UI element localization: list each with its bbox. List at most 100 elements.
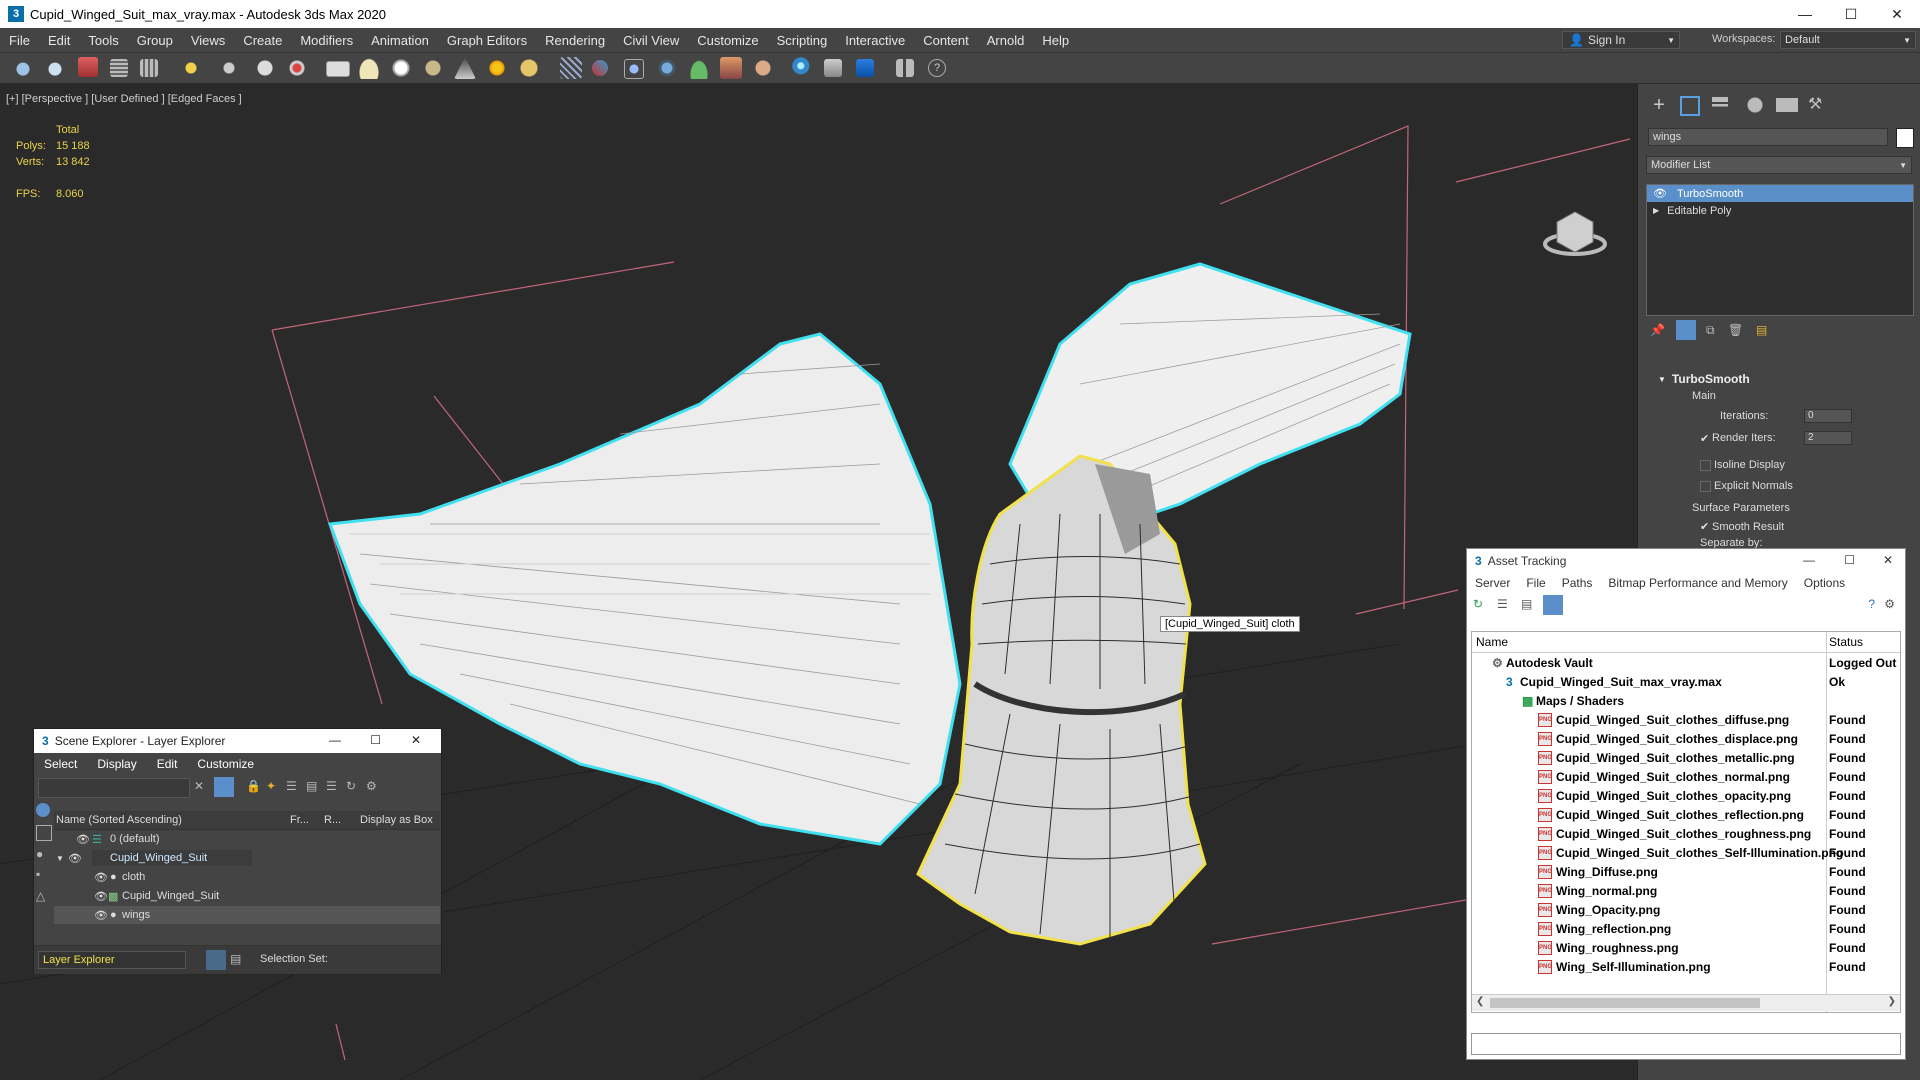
table-row[interactable]: ▼ 👁 Cupid_Winged_Suit <box>54 849 440 867</box>
render-setup-icon[interactable] <box>624 59 644 79</box>
at-menu-bitmap[interactable]: Bitmap Performance and Memory <box>1600 576 1795 590</box>
collapse-arrow-icon[interactable]: ▼ <box>56 854 64 863</box>
bind-spacewarp-icon[interactable] <box>140 59 158 77</box>
unlink-icon[interactable] <box>110 59 128 77</box>
table-row[interactable]: PNG Wing_roughness.png Found <box>1472 938 1900 957</box>
geosphere-icon[interactable] <box>390 57 412 79</box>
sign-in-dropdown[interactable]: 👤 Sign In ▼ <box>1562 31 1680 49</box>
menu-content[interactable]: Content <box>914 33 978 48</box>
stack-icon[interactable]: ☰ <box>326 779 337 793</box>
col-name[interactable]: Name <box>1476 635 1508 649</box>
explicit-normals-checkbox[interactable] <box>1700 481 1711 492</box>
menu-tools[interactable]: Tools <box>79 33 127 48</box>
at-menu-server[interactable]: Server <box>1467 576 1518 590</box>
menu-customize[interactable]: Customize <box>688 33 767 48</box>
refresh-icon[interactable]: ↻ <box>1473 597 1483 611</box>
table-row[interactable]: PNG Wing_normal.png Found <box>1472 881 1900 900</box>
help-icon[interactable]: ? <box>1868 597 1875 611</box>
lock-icon[interactable]: 🔒 <box>246 779 261 793</box>
table-view-icon[interactable] <box>1543 595 1563 615</box>
redo-icon[interactable] <box>44 57 66 79</box>
light-icon[interactable] <box>518 57 540 79</box>
create-tab-icon[interactable]: + <box>1648 94 1670 116</box>
isoline-checkbox[interactable] <box>1700 460 1711 471</box>
hf-icon[interactable] <box>720 57 742 79</box>
table-row[interactable]: 3 Cupid_Winged_Suit_max_vray.max Ok <box>1472 672 1900 691</box>
menu-views[interactable]: Views <box>182 33 234 48</box>
table-row[interactable]: 👁 ● cloth <box>54 868 440 886</box>
table-row[interactable]: PNG Cupid_Winged_Suit_clothes_normal.png F… <box>1472 767 1900 786</box>
display-cameras-icon[interactable]: ▪ <box>36 867 40 881</box>
eye-icon[interactable]: 👁 <box>68 852 82 865</box>
minimize-icon[interactable]: — <box>1782 0 1828 28</box>
plant-icon[interactable] <box>688 57 710 79</box>
teapot-icon[interactable] <box>422 57 444 79</box>
layers-icon[interactable]: ☰ <box>286 779 297 793</box>
table-row[interactable]: PNG Wing_Self-Illumination.png Found <box>1472 957 1900 976</box>
hierarchy-icon[interactable]: ▤ <box>306 779 317 793</box>
object-view-icon[interactable]: ▤ <box>230 952 241 966</box>
se-menu-display[interactable]: Display <box>87 757 146 771</box>
table-row[interactable]: PNG Cupid_Winged_Suit_clothes_diffuse.png… <box>1472 710 1900 729</box>
expand-arrow-icon[interactable]: ▶ <box>1653 206 1659 215</box>
display-helpers-icon[interactable]: △ <box>36 889 45 903</box>
minimize-icon[interactable]: — <box>1803 553 1815 567</box>
stack-item-editable-poly[interactable]: ▶ Editable Poly <box>1647 202 1913 219</box>
hierarchy-tab-icon[interactable] <box>1712 97 1728 113</box>
utilities-tab-icon[interactable]: ⚒ <box>1808 94 1830 116</box>
table-row[interactable]: PNG Wing_Diffuse.png Found <box>1472 862 1900 881</box>
sun-icon[interactable] <box>486 57 508 79</box>
asset-tracking-titlebar[interactable]: 3 Asset Tracking — ☐ ✕ <box>1467 549 1905 573</box>
hair-icon[interactable] <box>752 57 774 79</box>
se-menu-customize[interactable]: Customize <box>187 757 264 771</box>
box-icon[interactable] <box>326 61 350 77</box>
make-unique-icon[interactable]: ⧉ <box>1706 323 1715 338</box>
smooth-result-checkbox[interactable]: ✔ <box>1700 520 1709 533</box>
render-iters-spinner[interactable]: 2 <box>1804 431 1852 445</box>
se-menu-select[interactable]: Select <box>34 757 87 771</box>
menu-help[interactable]: Help <box>1033 33 1078 48</box>
table-row[interactable]: ⚙ Autodesk Vault Logged Out <box>1472 653 1900 672</box>
eye-icon[interactable]: 👁 <box>76 833 90 846</box>
minimize-icon[interactable]: — <box>329 733 341 747</box>
motion-tab-icon[interactable] <box>1744 94 1766 116</box>
eye-icon[interactable]: 👁 <box>94 871 108 884</box>
panel-icon[interactable] <box>896 59 914 77</box>
menu-rendering[interactable]: Rendering <box>536 33 614 48</box>
pin-stack-icon[interactable]: 📌 <box>1650 323 1665 337</box>
modifier-list-dropdown[interactable]: Modifier List ▼ <box>1646 156 1912 174</box>
table-row[interactable]: PNG Cupid_Winged_Suit_clothes_metallic.pn… <box>1472 748 1900 767</box>
object-color-swatch[interactable] <box>1896 128 1914 148</box>
scene-explorer-titlebar[interactable]: 3 Scene Explorer - Layer Explorer — ☐ ✕ <box>34 729 441 753</box>
undo-icon[interactable] <box>12 57 34 79</box>
table-row[interactable]: 👁 ▩ Cupid_Winged_Suit <box>54 887 440 905</box>
col-freeze[interactable]: Fr... <box>290 814 309 826</box>
menu-file[interactable]: File <box>0 33 39 48</box>
show-end-result-icon[interactable] <box>1676 320 1696 340</box>
cone-icon[interactable] <box>454 57 476 79</box>
render-iters-checkbox[interactable]: ✔ <box>1700 432 1709 445</box>
menu-animation[interactable]: Animation <box>362 33 438 48</box>
close-icon[interactable]: ✕ <box>1883 553 1893 567</box>
close-icon[interactable]: ✕ <box>1874 0 1920 28</box>
table-row[interactable]: PNG Wing_reflection.png Found <box>1472 919 1900 938</box>
material-icon[interactable] <box>592 60 608 76</box>
menu-group[interactable]: Group <box>128 33 182 48</box>
at-menu-options[interactable]: Options <box>1796 576 1853 590</box>
maximize-icon[interactable]: ☐ <box>370 733 381 747</box>
clear-search-icon[interactable]: ✕ <box>194 779 204 793</box>
display-objects-icon[interactable] <box>36 803 50 817</box>
trash-icon[interactable]: 🗑 <box>1728 323 1743 337</box>
menu-modifiers[interactable]: Modifiers <box>291 33 362 48</box>
col-display-box[interactable]: Display as Box <box>360 814 433 826</box>
maximize-icon[interactable]: ☐ <box>1844 553 1855 567</box>
layer-view-icon[interactable] <box>206 950 226 970</box>
settings-icon[interactable]: ⚙ <box>366 779 377 793</box>
select-link-icon[interactable] <box>78 57 98 77</box>
table-row[interactable]: ▩ Maps / Shaders <box>1472 691 1900 710</box>
table-row[interactable]: PNG Cupid_Winged_Suit_clothes_roughness.p… <box>1472 824 1900 843</box>
col-status[interactable]: Status <box>1829 635 1863 649</box>
menu-create[interactable]: Create <box>234 33 291 48</box>
table-row[interactable]: 👁 ☰ 0 (default) <box>54 830 440 848</box>
stack-item-turbosmooth[interactable]: 👁 TurboSmooth <box>1647 185 1913 202</box>
